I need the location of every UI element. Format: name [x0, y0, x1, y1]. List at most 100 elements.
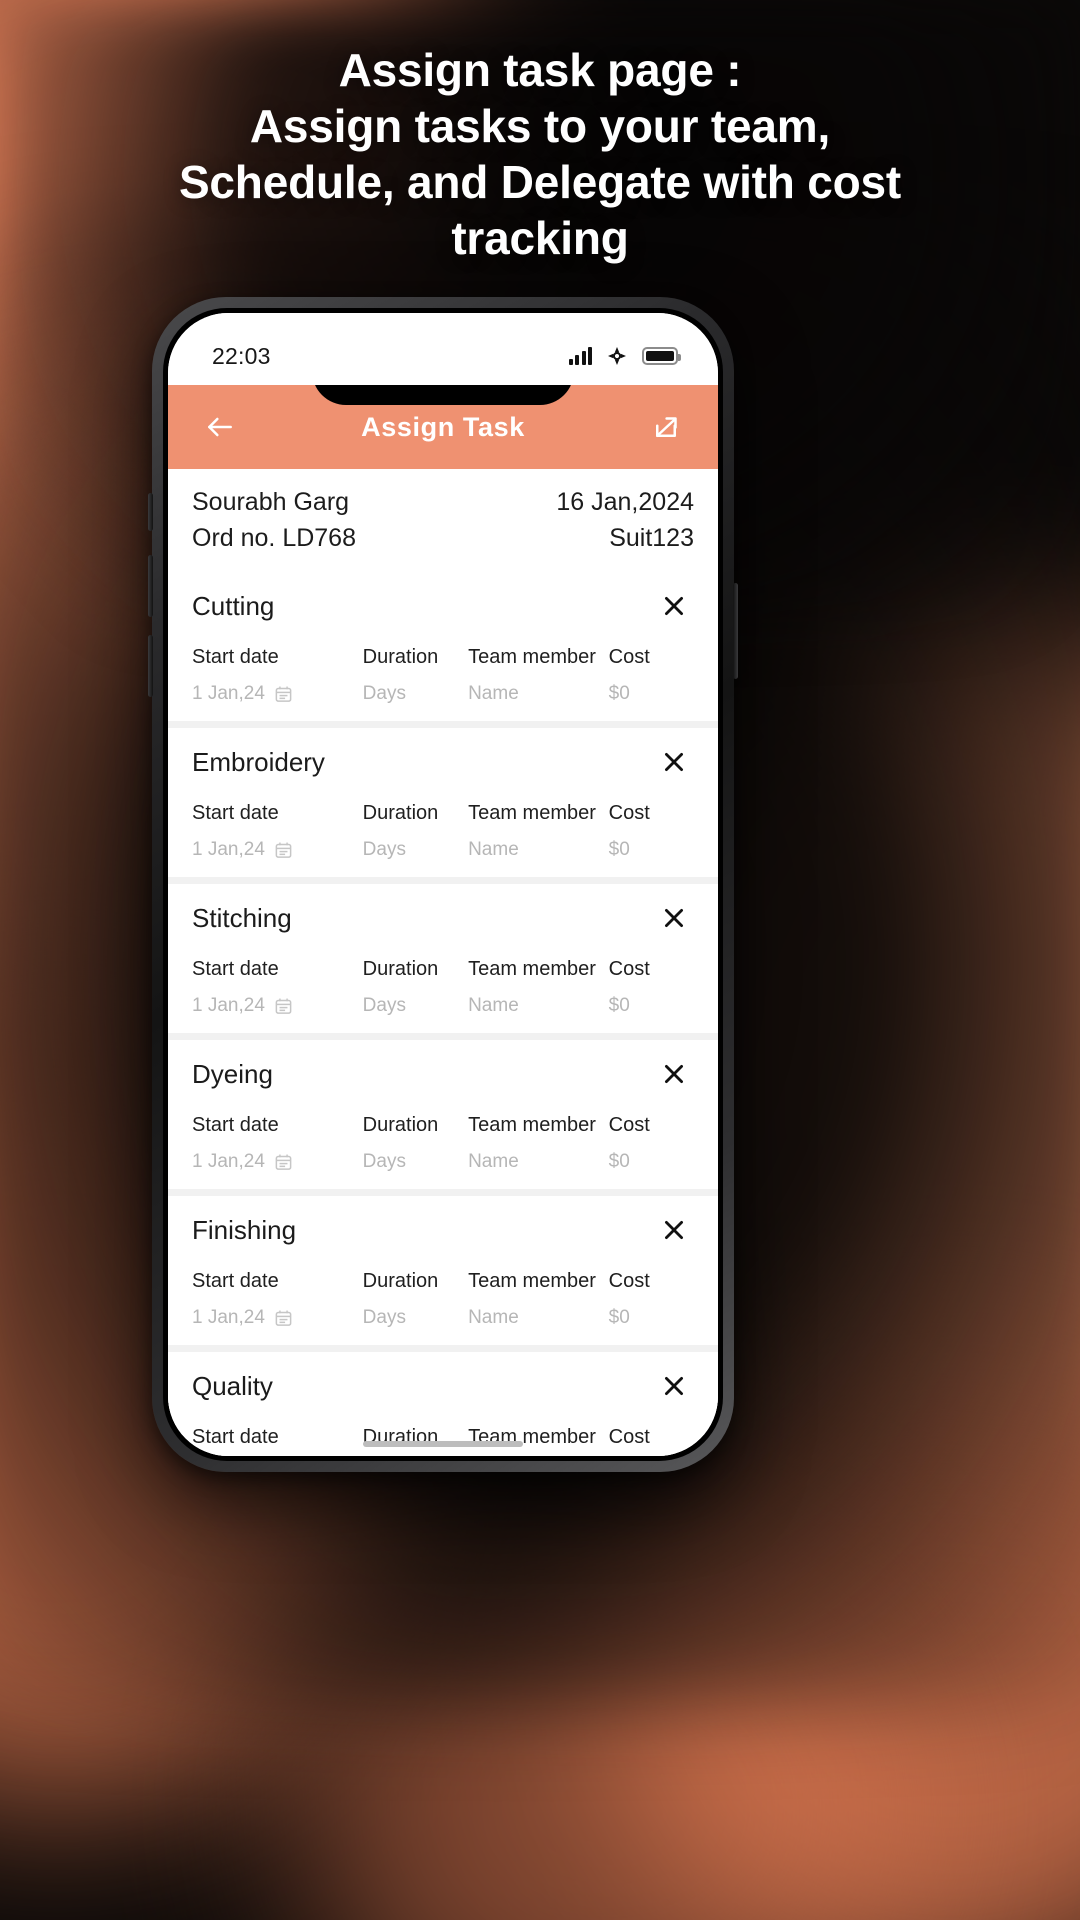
team-member-input[interactable]: Name: [468, 1151, 609, 1173]
duration-input[interactable]: Days: [363, 1151, 468, 1173]
cost-value: $0: [608, 1151, 630, 1172]
column-label-team-member: Team member: [468, 802, 596, 824]
column-label-cost: Cost: [608, 646, 650, 668]
calendar-icon[interactable]: [274, 1308, 293, 1328]
cost-input[interactable]: $0: [609, 995, 694, 1017]
column-label-cost: Cost: [608, 1426, 650, 1448]
task-name: Finishing: [192, 1214, 297, 1245]
start-date-value: 1 Jan,24: [192, 683, 265, 704]
duration-input[interactable]: Days: [363, 683, 468, 705]
task-name: Embroidery: [192, 746, 325, 777]
team-member-input[interactable]: Name: [468, 1307, 609, 1329]
promo-headline-line-3: Schedule, and Delegate with cost: [178, 156, 902, 209]
duration-value: Days: [362, 1307, 406, 1328]
cost-input[interactable]: $0: [609, 1151, 694, 1173]
team-member-input[interactable]: Name: [468, 995, 609, 1017]
team-member-value: Name: [468, 1307, 519, 1328]
task-card[interactable]: Cutting Start date 1 Jan,24 Duration Day…: [168, 572, 718, 721]
start-date-input[interactable]: 1 Jan,24: [192, 995, 363, 1017]
remove-task-button[interactable]: [654, 1210, 694, 1250]
cost-value: $0: [608, 839, 630, 860]
column-label-start-date: Start date: [192, 1270, 279, 1292]
calendar-icon[interactable]: [274, 1152, 293, 1172]
duration-input[interactable]: Days: [363, 995, 468, 1017]
start-date-value: 1 Jan,24: [192, 995, 265, 1016]
order-number: Ord no. LD768: [192, 523, 356, 552]
promo-headline-line-2: Assign tasks to your team,: [249, 100, 831, 153]
task-name: Dyeing: [192, 1058, 273, 1089]
back-button[interactable]: [196, 403, 244, 451]
remove-task-button[interactable]: [654, 1054, 694, 1094]
remove-task-button[interactable]: [654, 742, 694, 782]
battery-full-icon: [642, 347, 681, 365]
team-member-input[interactable]: Name: [468, 683, 609, 705]
column-label-duration: Duration: [362, 802, 439, 824]
cost-value: $0: [608, 683, 630, 704]
cost-value: $0: [608, 995, 630, 1016]
remove-task-button[interactable]: [654, 586, 694, 626]
column-label-start-date: Start date: [192, 1114, 279, 1136]
signal-bars-icon: [568, 347, 592, 365]
column-label-cost: Cost: [608, 958, 650, 980]
calendar-icon[interactable]: [274, 684, 293, 704]
promo-headline-line-1: Assign task page :: [338, 44, 742, 96]
column-label-duration: Duration: [362, 958, 439, 980]
column-label-duration: Duration: [362, 646, 439, 668]
duration-value: Days: [362, 995, 406, 1016]
volume-down-button[interactable]: [148, 635, 153, 697]
start-date-input[interactable]: 1 Jan,24: [192, 1307, 363, 1329]
cost-input[interactable]: $0: [609, 1307, 694, 1329]
cost-input[interactable]: $0: [609, 683, 694, 705]
phone-mockup: 22:03 Assign Task Sourabh Garg 16 Jan,20…: [148, 297, 738, 1472]
task-name: Cutting: [192, 590, 275, 621]
column-label-team-member: Team member: [468, 958, 596, 980]
task-list[interactable]: Cutting Start date 1 Jan,24 Duration Day…: [168, 572, 718, 1456]
task-card[interactable]: Finishing Start date 1 Jan,24 Duration D…: [168, 1196, 718, 1345]
column-label-team-member: Team member: [468, 1270, 596, 1292]
task-card[interactable]: Stitching Start date 1 Jan,24 Duration D…: [168, 884, 718, 1033]
status-bar: 22:03: [168, 313, 718, 385]
team-member-input[interactable]: Name: [468, 839, 609, 861]
cost-input[interactable]: $0: [609, 839, 694, 861]
customer-name: Sourabh Garg: [192, 488, 350, 516]
share-button[interactable]: [642, 403, 690, 451]
column-label-start-date: Start date: [192, 1426, 279, 1448]
team-member-value: Name: [468, 683, 519, 704]
column-label-start-date: Start date: [192, 802, 279, 824]
page-title: Assign Task: [361, 411, 525, 442]
promo-headline-line-4: tracking: [451, 212, 629, 265]
column-label-start-date: Start date: [192, 646, 279, 668]
remove-task-button[interactable]: [654, 1366, 694, 1406]
duration-input[interactable]: Days: [363, 1307, 468, 1329]
status-icons: [568, 345, 681, 367]
column-label-duration: Duration: [362, 1114, 439, 1136]
duration-input[interactable]: Days: [363, 839, 468, 861]
task-name: Quality: [192, 1370, 273, 1401]
column-label-cost: Cost: [608, 802, 650, 824]
task-card[interactable]: Embroidery Start date 1 Jan,24 Duration …: [168, 728, 718, 877]
start-date-input[interactable]: 1 Jan,24: [192, 839, 363, 861]
volume-up-button[interactable]: [148, 555, 153, 617]
column-label-cost: Cost: [608, 1270, 650, 1292]
column-label-start-date: Start date: [192, 958, 279, 980]
start-date-input[interactable]: 1 Jan,24: [192, 683, 363, 705]
order-row-secondary: Ord no. LD768 Suit123: [192, 521, 694, 557]
calendar-icon[interactable]: [274, 996, 293, 1016]
order-item: Suit123: [609, 523, 694, 552]
remove-task-button[interactable]: [654, 898, 694, 938]
column-label-team-member: Team member: [468, 1114, 596, 1136]
duration-value: Days: [362, 683, 406, 704]
calendar-icon[interactable]: [274, 840, 293, 860]
power-button[interactable]: [733, 583, 738, 679]
compass-icon: [606, 345, 628, 367]
promo-headline: Assign task page : Assign tasks to your …: [0, 42, 1080, 266]
home-indicator[interactable]: [363, 1441, 523, 1447]
start-date-input[interactable]: 1 Jan,24: [192, 1151, 363, 1173]
column-label-duration: Duration: [362, 1270, 439, 1292]
status-time: 22:03: [212, 342, 271, 369]
order-row-primary: Sourabh Garg 16 Jan,2024: [192, 485, 694, 521]
start-date-value: 1 Jan,24: [192, 1151, 265, 1172]
team-member-value: Name: [468, 1151, 519, 1172]
task-card[interactable]: Dyeing Start date 1 Jan,24 Duration Days…: [168, 1040, 718, 1189]
silent-switch[interactable]: [148, 493, 153, 531]
